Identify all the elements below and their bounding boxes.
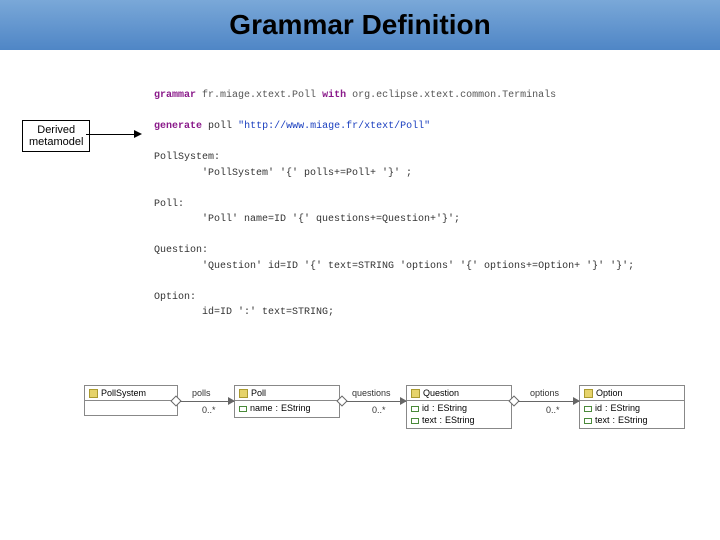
relation-label: questions [352,388,391,398]
rule-body: 'Question' id=ID '{' text=STRING 'option… [154,259,634,275]
class-header: Question [407,386,511,401]
rule-name: PollSystem: [154,150,634,166]
attr-icon [584,418,592,424]
attr-type: EString [618,415,648,427]
class-name: Option [596,388,623,398]
pkg-name: fr.miage.xtext.Poll [202,90,316,101]
class-attr: id : EString [584,403,680,415]
class-attr: text : EString [584,415,680,427]
relation-mult: 0..* [546,405,560,415]
annotation-arrow-line [86,134,140,135]
relation-line [180,401,234,402]
kw-with: with [322,90,346,101]
class-header: PollSystem [85,386,177,401]
kw-generate: generate [154,121,202,132]
code-blank [154,135,634,151]
class-attrs: id : EString text : EString [407,401,511,428]
with-pkg: org.eclipse.xtext.common.Terminals [352,90,556,101]
relation-mult: 0..* [202,405,216,415]
class-icon [239,389,248,398]
code-line: grammar fr.miage.xtext.Poll with org.ecl… [154,88,634,104]
attr-type: EString [438,403,468,415]
class-header: Poll [235,386,339,401]
attr-icon [239,406,247,412]
class-attrs: name : EString [235,401,339,417]
grammar-code-block: grammar fr.miage.xtext.Poll with org.ecl… [154,88,634,321]
attr-type: EString [445,415,475,427]
class-name: Poll [251,388,266,398]
class-poll: Poll name : EString [234,385,340,418]
attr-icon [411,418,419,424]
relation-line [346,401,406,402]
class-attrs [85,401,177,415]
attr-icon [584,406,592,412]
annotation-arrow-head [134,130,142,138]
code-blank [154,274,634,290]
gen-name: poll [208,121,232,132]
annotation-box: Derived metamodel [22,120,90,152]
title-bar: Grammar Definition [0,0,720,50]
attr-name: id [595,403,602,415]
annotation-line1: Derived [29,124,83,136]
attr-icon [411,406,419,412]
class-attr: id : EString [411,403,507,415]
page-title: Grammar Definition [229,9,490,41]
rule-name: Option: [154,290,634,306]
code-blank [154,104,634,120]
attr-name: text [595,415,610,427]
rule-body: id=ID ':' text=STRING; [154,305,634,321]
class-attrs: id : EString text : EString [580,401,684,428]
code-blank [154,228,634,244]
code-line: generate poll "http://www.miage.fr/xtext… [154,119,634,135]
class-header: Option [580,386,684,401]
attr-name: id [422,403,429,415]
relation-label: polls [192,388,211,398]
rule-name: Question: [154,243,634,259]
attr-type: EString [281,403,311,415]
rule-body: 'Poll' name=ID '{' questions+=Question+'… [154,212,634,228]
class-attr: text : EString [411,415,507,427]
rule-body: 'PollSystem' '{' polls+=Poll+ '}' ; [154,166,634,182]
class-icon [584,389,593,398]
attr-type: EString [611,403,641,415]
class-question: Question id : EString text : EString [406,385,512,429]
gen-uri: "http://www.miage.fr/xtext/Poll" [238,121,430,132]
attr-name: text [422,415,437,427]
class-icon [411,389,420,398]
metamodel-diagram: PollSystem Poll name : EString Question … [84,385,700,505]
class-icon [89,389,98,398]
kw-grammar: grammar [154,90,196,101]
arrow-icon [573,397,580,405]
arrow-icon [400,397,407,405]
class-option: Option id : EString text : EString [579,385,685,429]
relation-label: options [530,388,559,398]
relation-line [518,401,579,402]
code-blank [154,181,634,197]
rule-name: Poll: [154,197,634,213]
attr-name: name [250,403,273,415]
class-name: Question [423,388,459,398]
class-name: PollSystem [101,388,146,398]
arrow-icon [228,397,235,405]
annotation-line2: metamodel [29,136,83,148]
relation-mult: 0..* [372,405,386,415]
class-attr: name : EString [239,403,335,415]
class-pollsystem: PollSystem [84,385,178,416]
